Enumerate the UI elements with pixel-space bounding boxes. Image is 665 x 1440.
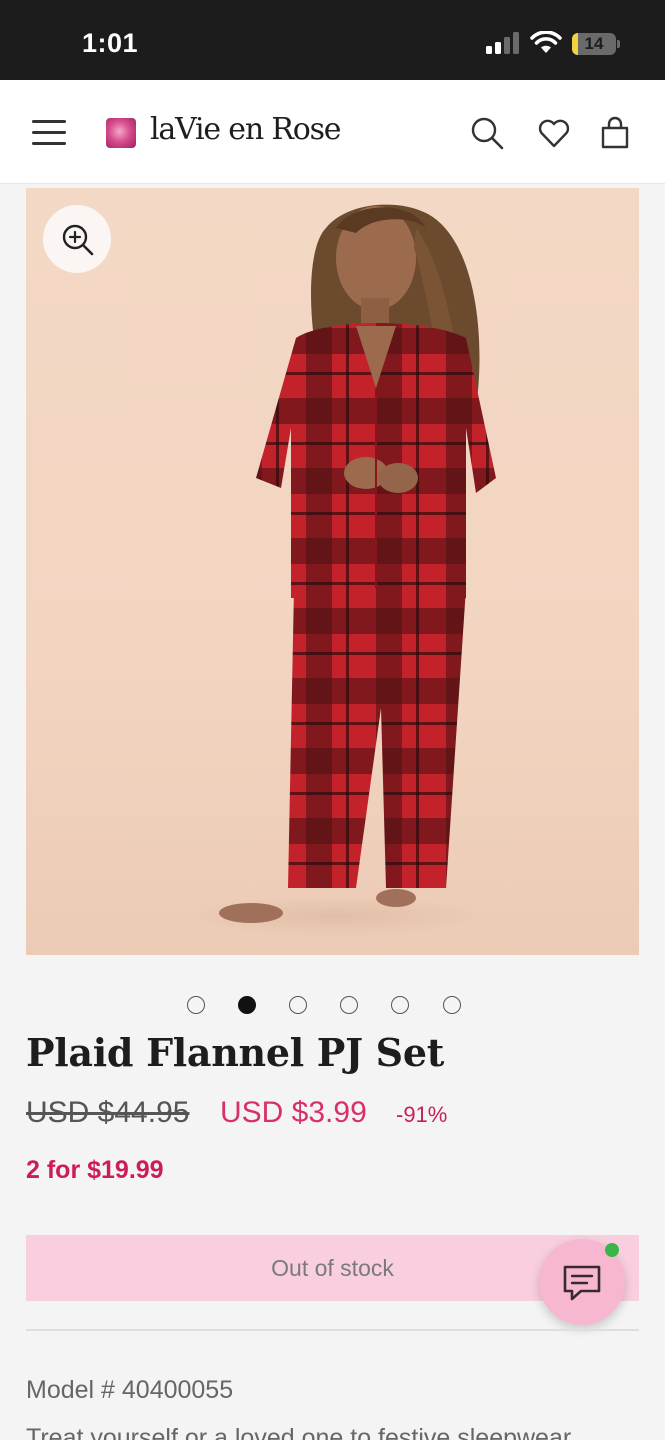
model-number: Model # 40400055 [26,1376,234,1404]
original-price: USD $44.95 [26,1096,190,1129]
chat-button[interactable] [539,1239,625,1325]
zoom-button[interactable] [43,205,111,273]
carousel-dot[interactable] [289,996,307,1014]
rose-logo-icon[interactable] [106,118,136,148]
carousel-dot[interactable] [340,996,358,1014]
battery-icon: 14 [572,33,620,55]
battery-percent: 14 [584,34,604,53]
zoom-in-icon [62,224,94,256]
carousel-dot[interactable] [187,996,205,1014]
chat-icon [563,1265,601,1301]
status-time: 1:01 [82,28,139,58]
product-image[interactable] [26,188,639,955]
product-description: Treat yourself or a loved one to festive… [26,1424,572,1440]
shopping-bag-icon[interactable] [598,116,632,150]
carousel-dot[interactable] [391,996,409,1014]
online-indicator [605,1243,619,1257]
status-bar: 1:01 14 [0,0,665,80]
site-header: laVie en Rose [0,80,665,184]
sale-price: USD $3.99 [220,1096,367,1129]
product-title: Plaid Flannel PJ Set [26,1030,444,1075]
wifi-icon [530,31,562,53]
search-icon[interactable] [470,116,504,150]
hamburger-menu-icon[interactable] [32,118,68,146]
brand-logo-text[interactable]: laVie en Rose [150,112,342,147]
carousel-dot[interactable] [238,996,256,1014]
heart-icon[interactable] [537,116,571,150]
carousel-dot[interactable] [443,996,461,1014]
discount-badge: -91% [396,1102,448,1127]
model-in-plaid-pajamas-image [186,204,496,936]
image-carousel-dots [0,996,665,1016]
cellular-signal-icon [486,32,519,54]
divider [26,1329,639,1331]
promo-offer: 2 for $19.99 [26,1156,164,1184]
